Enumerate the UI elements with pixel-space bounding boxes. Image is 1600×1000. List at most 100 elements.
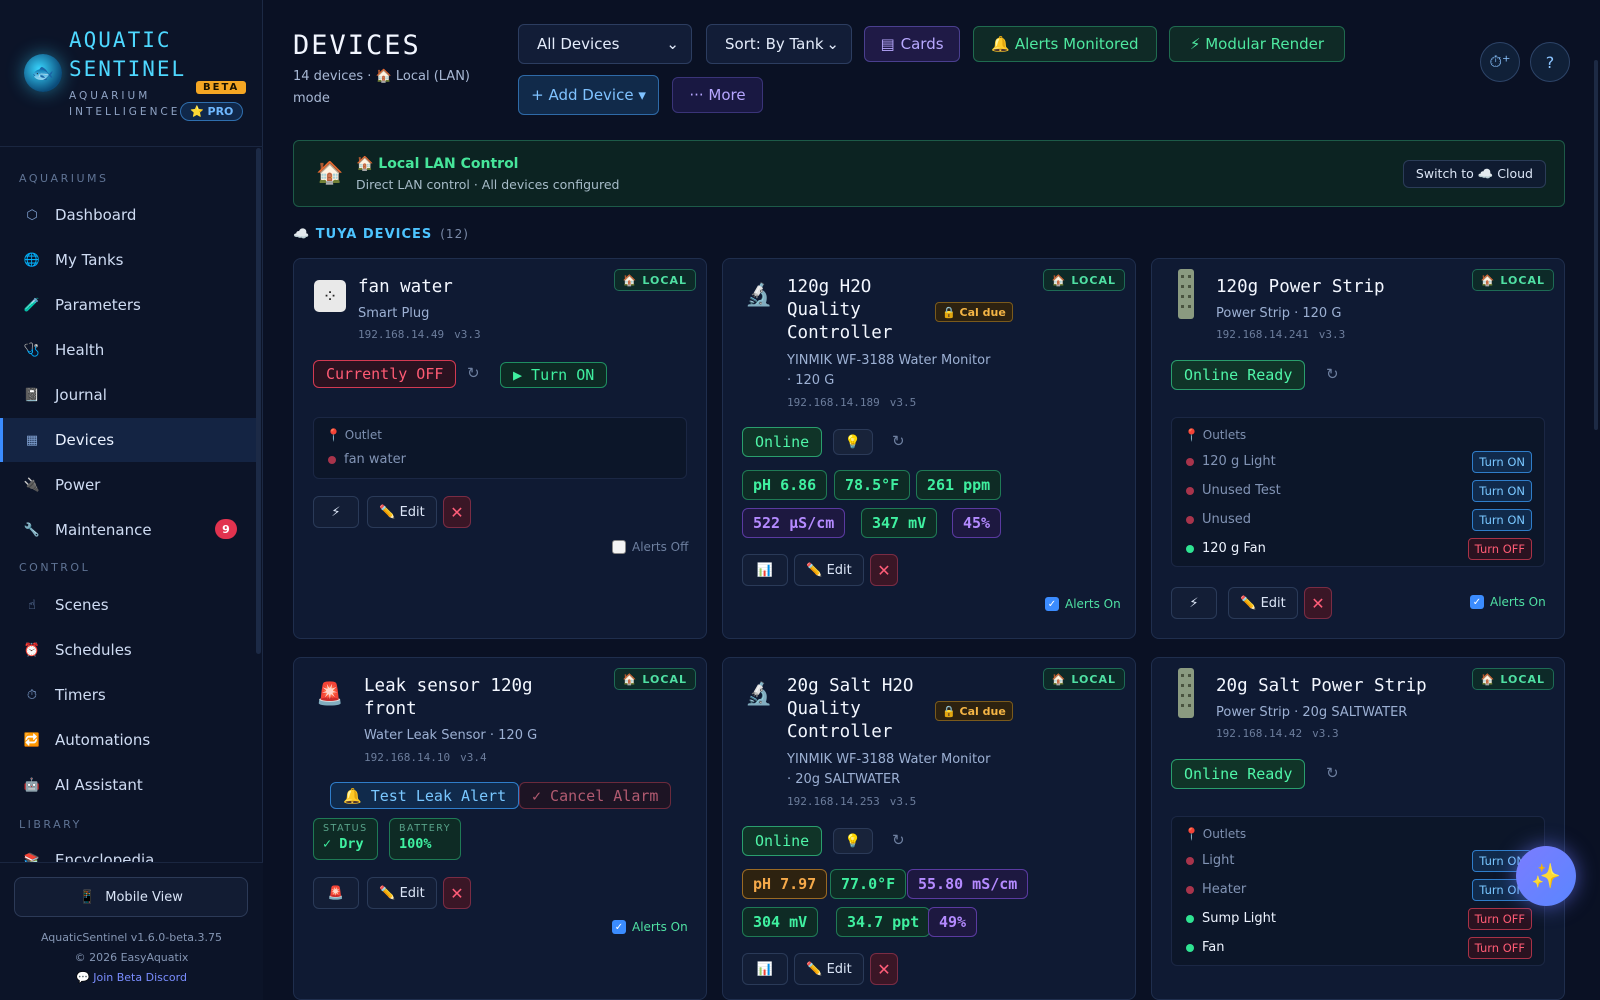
device-card: 🏠 LOCAL 🔬 20g Salt H2O Quality Controlle… <box>722 657 1136 1000</box>
modular-render-button[interactable]: ⚡ Modular Render <box>1169 26 1345 62</box>
device-card: 🏠 LOCAL 120g Power Strip Power Strip · 1… <box>1151 258 1565 639</box>
smart-plug-icon: ⁘ <box>314 280 346 312</box>
light-bulb-button[interactable]: 💡 <box>833 429 873 455</box>
checkbox-checked-icon[interactable]: ✓ <box>1045 597 1059 611</box>
outlet-turn-on-button[interactable]: Turn ON <box>1472 509 1532 531</box>
metric-orp: 347 mV <box>861 508 938 538</box>
outlet-turn-off-button[interactable]: Turn OFF <box>1467 908 1532 930</box>
cancel-alarm-button[interactable]: ✓ Cancel Alarm <box>519 782 672 809</box>
device-state-badge: Online Ready <box>1171 759 1306 789</box>
battery-tile: BATTERY 100% <box>389 818 462 860</box>
outlet-panel: 📍 Outlet fan water <box>313 417 687 479</box>
robot-icon: 🤖 <box>23 777 41 793</box>
delete-button[interactable]: ✕ <box>870 953 898 985</box>
alerts-toggle[interactable]: Alerts Off <box>612 540 688 554</box>
metric-temp: 78.5°F <box>834 470 911 500</box>
refresh-icon[interactable]: ↻ <box>1326 365 1339 383</box>
sidebar-item-timers[interactable]: ⏱ Timers <box>0 673 259 717</box>
sidebar-item-label: AI Assistant <box>55 776 143 794</box>
alerts-toggle[interactable]: ✓ Alerts On <box>612 920 688 934</box>
outlet-row: Heater <box>1186 882 1246 897</box>
phone-icon: 📱 <box>79 889 96 905</box>
turn-on-button[interactable]: ▶ Turn ON <box>500 362 608 388</box>
alarm-clock-icon: ⏰ <box>23 642 41 658</box>
house-icon: 🏠 <box>316 161 344 186</box>
alerts-monitored-button[interactable]: 🔔 Alerts Monitored <box>973 26 1157 62</box>
battery-value: 100% <box>399 836 432 852</box>
sidebar-item-label: Health <box>55 341 105 359</box>
delete-button[interactable]: ✕ <box>1304 587 1332 619</box>
outlet-turn-on-button[interactable]: Turn ON <box>1472 451 1532 473</box>
hexagon-icon: ⬡ <box>26 207 38 223</box>
lan-title: 🏠 Local LAN Control <box>356 156 519 172</box>
add-device-button[interactable]: + Add Device ▾ <box>518 75 659 115</box>
alarm-button[interactable]: 🚨 <box>313 877 359 909</box>
sidebar-item-health[interactable]: 🩺 Health <box>0 328 259 372</box>
edit-button[interactable]: ✏️ Edit <box>367 496 437 528</box>
outlet-row: Sump Light <box>1186 911 1276 926</box>
checkbox-unchecked-icon[interactable] <box>612 540 626 554</box>
refresh-icon[interactable]: ↻ <box>1326 764 1339 782</box>
discord-link[interactable]: 💬 Join Beta Discord <box>0 971 263 984</box>
checkbox-checked-icon[interactable]: ✓ <box>612 920 626 934</box>
refresh-icon[interactable]: ↻ <box>467 364 480 382</box>
sort-select[interactable]: Sort: By Tank ⌄ <box>706 24 852 64</box>
chart-button[interactable]: 📊 <box>742 953 788 985</box>
status-dot-off <box>1186 486 1194 495</box>
test-leak-alert-button[interactable]: 🔔 Test Leak Alert <box>330 782 520 809</box>
device-filter-select[interactable]: All Devices ⌄ <box>518 24 692 64</box>
sidebar-item-dashboard[interactable]: ⬡ Dashboard <box>0 193 259 237</box>
outlet-turn-on-button[interactable]: Turn ON <box>1472 480 1532 502</box>
alerts-toggle[interactable]: ✓ Alerts On <box>1045 597 1121 611</box>
sidebar-item-journal[interactable]: 📓 Journal <box>0 373 259 417</box>
device-type: Power Strip · 120 G <box>1216 306 1342 321</box>
outlet-turn-off-button[interactable]: Turn OFF <box>1467 937 1532 959</box>
edit-button[interactable]: ✏️ Edit <box>794 554 864 586</box>
delete-button[interactable]: ✕ <box>870 554 898 586</box>
section-heading-tuya: ☁️ TUYA DEVICES (12) <box>293 227 469 242</box>
timer-add-button[interactable]: ⏱⁺ <box>1480 42 1520 82</box>
metric-temp: 77.0°F <box>830 869 907 899</box>
sidebar-item-my-tanks[interactable]: 🌐 My Tanks <box>0 238 259 282</box>
chart-button[interactable]: 📊 <box>742 554 788 586</box>
outlet-header: 📍 Outlets <box>1184 827 1247 841</box>
device-ip: 192.168.14.49 v3.3 <box>358 328 481 341</box>
edit-button[interactable]: ✏️ Edit <box>367 877 437 909</box>
sidebar-item-label: Schedules <box>55 641 132 659</box>
sidebar-item-power[interactable]: 🔌 Power <box>0 463 259 507</box>
device-state-badge: Online <box>742 826 823 856</box>
cards-view-button[interactable]: ▤ Cards <box>864 26 960 62</box>
sidebar-item-label: My Tanks <box>55 251 124 269</box>
sidebar-scrollbar[interactable] <box>256 148 261 654</box>
sidebar-item-automations[interactable]: 🔁 Automations <box>0 718 259 762</box>
checkbox-checked-icon[interactable]: ✓ <box>1470 595 1484 609</box>
outlet-row: Fan <box>1186 940 1225 955</box>
light-bulb-button[interactable]: 💡 <box>833 828 873 854</box>
refresh-icon[interactable]: ↻ <box>892 432 905 450</box>
sidebar-item-scenes[interactable]: ☝ Scenes <box>0 583 259 627</box>
delete-button[interactable]: ✕ <box>443 877 471 909</box>
switch-to-cloud-button[interactable]: Switch to ☁️ Cloud <box>1402 160 1546 188</box>
edit-button[interactable]: ✏️ Edit <box>1228 587 1298 619</box>
refresh-icon[interactable]: ↻ <box>892 831 905 849</box>
outlet-turn-off-button[interactable]: Turn OFF <box>1467 538 1532 560</box>
help-button[interactable]: ? <box>1530 42 1570 82</box>
sidebar-item-parameters[interactable]: 🧪 Parameters <box>0 283 259 327</box>
status-tile: STATUS ✓ Dry <box>313 818 378 860</box>
alerts-toggle[interactable]: ✓ Alerts On <box>1470 595 1546 609</box>
power-button[interactable]: ⚡ <box>1171 587 1217 619</box>
ai-assistant-fab[interactable]: ✨ <box>1516 846 1576 906</box>
device-card: 🏠 LOCAL ⁘ fan water Smart Plug 192.168.1… <box>293 258 707 639</box>
delete-button[interactable]: ✕ <box>443 496 471 528</box>
sidebar-item-devices[interactable]: ▦ Devices <box>0 418 259 462</box>
more-button[interactable]: ··· More <box>672 77 763 113</box>
edit-button[interactable]: ✏️ Edit <box>794 953 864 985</box>
sidebar-item-schedules[interactable]: ⏰ Schedules <box>0 628 259 672</box>
main-scrollbar[interactable] <box>1594 60 1598 430</box>
brand: 🐟 AQUATIC SENTINEL AQUARIUM INTELLIGENCE… <box>20 22 250 132</box>
outlet-row: 120 g Light <box>1186 454 1276 469</box>
power-button[interactable]: ⚡ <box>313 496 359 528</box>
mobile-view-button[interactable]: 📱 Mobile View <box>14 877 248 917</box>
sidebar-item-ai-assistant[interactable]: 🤖 AI Assistant <box>0 763 259 807</box>
bolt-icon: ⚡ <box>1189 595 1199 611</box>
